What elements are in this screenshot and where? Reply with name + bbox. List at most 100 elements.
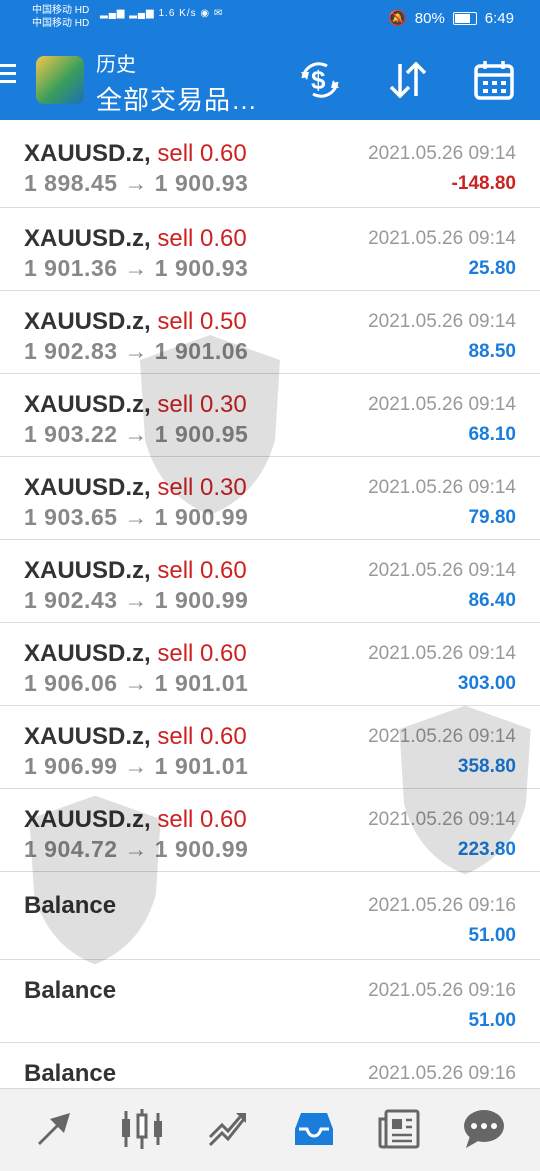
trade-row[interactable]: XAUUSD.z, sell 0.60 1 906.99 → 1 901.01 20… — [0, 706, 540, 789]
trade-icon[interactable] — [204, 1107, 252, 1151]
balance-row[interactable]: Balance 2021.05.26 09:16 51.00 — [0, 872, 540, 960]
trade-date: 2021.05.26 09:14 — [368, 809, 516, 830]
trade-profit: 303.00 — [457, 673, 516, 694]
symbol-name: XAUUSD.z, — [24, 140, 151, 167]
trade-action: sell 0.50 — [157, 308, 247, 335]
status-bar: 中国移动 HD 中国移动 HD ▂▄▆ ▂▄▆ 1.6 K/s ◉ ✉ 🔕 80… — [0, 0, 540, 36]
page-title: 历史 — [96, 54, 136, 76]
trade-symbol: XAUUSD.z, sell 0.60 — [24, 640, 247, 668]
carrier-1: 中国移动 — [32, 5, 72, 16]
balance-date: 2021.05.26 09:16 — [368, 1063, 516, 1084]
status-right: 🔕 80% 6:49 — [388, 9, 514, 28]
trade-row[interactable]: XAUUSD.z, sell 0.30 1 903.22 → 1 900.95 20… — [0, 374, 540, 457]
symbol-name: XAUUSD.z, — [24, 391, 151, 418]
trade-prices: 1 906.99 → 1 901.01 — [24, 753, 249, 779]
trade-symbol: XAUUSD.z, sell 0.60 — [24, 806, 247, 834]
trade-symbol: XAUUSD.z, sell 0.50 — [24, 308, 247, 336]
app-logo[interactable] — [36, 56, 84, 104]
trade-date: 2021.05.26 09:14 — [368, 228, 516, 249]
battery-percent: 80% — [414, 9, 445, 27]
news-icon[interactable] — [376, 1107, 424, 1151]
symbol-name: XAUUSD.z, — [24, 474, 151, 501]
trade-prices: 1 898.45 → 1 900.93 — [24, 170, 249, 196]
trade-profit: 358.80 — [457, 756, 516, 777]
trade-action: sell 0.60 — [157, 557, 247, 584]
history-icon[interactable] — [290, 1107, 338, 1151]
trade-profit: 25.80 — [468, 258, 516, 279]
battery-icon — [452, 11, 477, 25]
trade-prices: 1 903.65 → 1 900.99 — [24, 504, 249, 530]
trade-action: sell 0.60 — [157, 225, 247, 252]
trade-prices: 1 903.22 → 1 900.95 — [24, 421, 249, 447]
trade-profit: 79.80 — [468, 507, 516, 528]
symbol-name: XAUUSD.z, — [24, 557, 151, 584]
svg-text:$: $ — [311, 65, 326, 95]
symbol-name: XAUUSD.z, — [24, 806, 151, 833]
trade-symbol: XAUUSD.z, sell 0.30 — [24, 474, 247, 502]
symbol-filter-title[interactable]: 全部交易品… — [96, 80, 258, 117]
trade-date: 2021.05.26 09:14 — [368, 311, 516, 332]
balance-date: 2021.05.26 09:16 — [368, 980, 516, 1001]
trade-prices: 1 902.43 → 1 900.99 — [24, 587, 249, 613]
balance-label: Balance — [24, 1060, 117, 1087]
history-list: XAUUSD.z, sell 0.60 1 898.45 → 1 900.93 20… — [0, 120, 540, 1088]
trade-prices: 1 902.83 → 1 901.06 — [24, 338, 249, 364]
chart-icon[interactable] — [118, 1107, 166, 1151]
trade-date: 2021.05.26 09:14 — [368, 643, 516, 664]
quotes-icon[interactable] — [32, 1107, 80, 1151]
net-speed: 1.6 K/s — [158, 8, 197, 19]
sort-icon[interactable] — [384, 56, 432, 104]
chat-icon[interactable] — [460, 1107, 508, 1151]
symbol-name: XAUUSD.z, — [24, 640, 151, 667]
trade-row[interactable]: XAUUSD.z, sell 0.60 1 906.06 → 1 901.01 20… — [0, 623, 540, 706]
symbol-name: XAUUSD.z, — [24, 225, 151, 252]
balance-row[interactable]: Balance 2021.05.26 09:16 51.00 — [0, 960, 540, 1043]
mute-icon: 🔕 — [388, 10, 407, 27]
trade-profit: 223.80 — [457, 839, 516, 860]
trade-symbol: XAUUSD.z, sell 0.60 — [24, 225, 247, 253]
clock: 6:49 — [484, 9, 514, 27]
balance-label: Balance — [24, 977, 117, 1004]
trade-profit: -148.80 — [451, 173, 516, 194]
trade-action: sell 0.30 — [157, 391, 247, 418]
trade-symbol: XAUUSD.z, sell 0.30 — [24, 391, 247, 419]
trade-action: sell 0.60 — [157, 723, 247, 750]
trade-symbol: XAUUSD.z, sell 0.60 — [24, 140, 247, 168]
balance-label: Balance — [24, 892, 117, 919]
balance-date: 2021.05.26 09:16 — [368, 895, 516, 916]
trade-action: sell 0.60 — [157, 640, 247, 667]
trade-profit: 68.10 — [468, 424, 516, 445]
signal-icons: ▂▄▆ ▂▄▆ 1.6 K/s ◉ ✉ — [100, 8, 224, 19]
trade-symbol: XAUUSD.z, sell 0.60 — [24, 723, 247, 751]
bottom-nav — [0, 1088, 540, 1171]
trade-date: 2021.05.26 09:14 — [368, 143, 516, 164]
carrier-2: 中国移动 — [32, 18, 72, 29]
trade-row[interactable]: XAUUSD.z, sell 0.60 1 902.43 → 1 900.99 20… — [0, 540, 540, 623]
calendar-icon[interactable] — [470, 56, 518, 104]
balance-amount: 51.00 — [468, 925, 516, 946]
trade-action: sell 0.60 — [157, 806, 247, 833]
deposit-withdraw-icon[interactable]: $ — [296, 56, 344, 104]
trade-row[interactable]: XAUUSD.z, sell 0.50 1 902.83 → 1 901.06 20… — [0, 291, 540, 374]
app-bar: 历史 全部交易品… $ — [0, 36, 540, 120]
trade-profit: 86.40 — [468, 590, 516, 611]
menu-icon[interactable] — [0, 64, 16, 84]
trade-date: 2021.05.26 09:14 — [368, 477, 516, 498]
symbol-name: XAUUSD.z, — [24, 308, 151, 335]
trade-symbol: XAUUSD.z, sell 0.60 — [24, 557, 247, 585]
trade-action: sell 0.30 — [157, 474, 247, 501]
trade-date: 2021.05.26 09:14 — [368, 394, 516, 415]
trade-prices: 1 906.06 → 1 901.01 — [24, 670, 249, 696]
trade-row[interactable]: XAUUSD.z, sell 0.60 1 898.45 → 1 900.93 20… — [0, 120, 540, 208]
carrier-info: 中国移动 HD 中国移动 HD — [32, 5, 90, 29]
trade-row[interactable]: XAUUSD.z, sell 0.60 1 904.72 → 1 900.99 20… — [0, 789, 540, 872]
trade-row[interactable]: XAUUSD.z, sell 0.60 1 901.36 → 1 900.93 20… — [0, 208, 540, 291]
trade-action: sell 0.60 — [157, 140, 247, 167]
balance-row[interactable]: Balance2021.05.26 09:1625.50 — [0, 1043, 540, 1088]
trade-date: 2021.05.26 09:14 — [368, 560, 516, 581]
trade-profit: 88.50 — [468, 341, 516, 362]
trade-date: 2021.05.26 09:14 — [368, 726, 516, 747]
trade-row[interactable]: XAUUSD.z, sell 0.30 1 903.65 → 1 900.99 20… — [0, 457, 540, 540]
trade-prices: 1 904.72 → 1 900.99 — [24, 836, 249, 862]
symbol-name: XAUUSD.z, — [24, 723, 151, 750]
